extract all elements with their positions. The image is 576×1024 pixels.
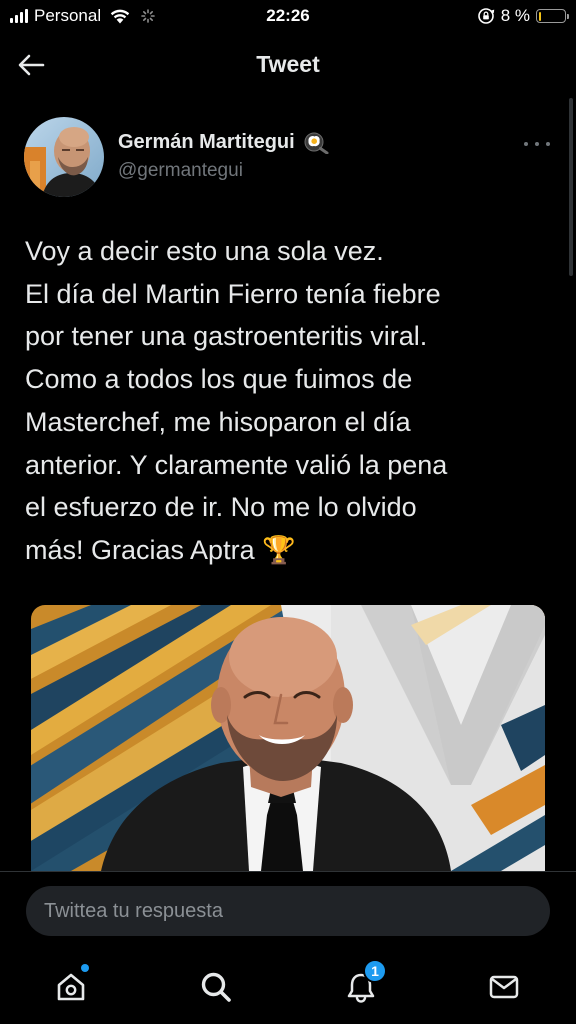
notifications-badge: 1 <box>363 959 387 983</box>
tweet-text-line: por tener una gastroenteritis viral. <box>25 321 428 352</box>
author-handle[interactable]: @germantegui <box>118 160 243 182</box>
tweet-text-line: el esfuerzo de ir. No me lo olvido <box>25 492 417 523</box>
battery-level-fill <box>538 11 541 21</box>
reply-input[interactable] <box>26 886 550 936</box>
nav-search[interactable] <box>194 965 238 1009</box>
tweet-text-line: anterior. Y claramente valió la pena <box>25 449 448 480</box>
nav-messages[interactable] <box>482 965 526 1009</box>
avatar[interactable] <box>24 117 104 197</box>
tweet-text-line: Masterchef, me hisoparon el día <box>25 406 411 437</box>
scrollbar[interactable] <box>569 98 573 276</box>
tweet-photo[interactable] <box>31 605 545 871</box>
author-name[interactable]: Germán Martitegui <box>118 131 295 154</box>
tweet-text-line: Como a todos los que fuimos de <box>25 364 413 395</box>
tweet-text-line: más! Gracias Aptra 🏆 <box>25 534 296 565</box>
mail-icon <box>487 970 521 1004</box>
more-dot <box>546 142 550 146</box>
status-right: 8 % <box>477 6 569 26</box>
page-title: Tweet <box>256 51 320 77</box>
status-bar: Personal 22:26 8 % <box>0 0 576 34</box>
tweet-text-line: El día del Martin Fierro tenía fiebre <box>25 278 441 309</box>
search-icon <box>199 970 233 1004</box>
more-dot <box>535 142 539 146</box>
frying-pan-egg-icon <box>303 130 329 154</box>
home-icon <box>54 970 88 1004</box>
tweet-text-line: Voy a decir esto una sola vez. <box>25 236 384 266</box>
more-options-button[interactable] <box>524 138 550 150</box>
bottom-nav: 1 <box>0 951 576 1024</box>
more-dot <box>524 142 528 146</box>
orientation-lock-icon <box>477 7 495 25</box>
home-notification-dot <box>81 964 89 972</box>
author-name-row[interactable]: Germán Martitegui <box>118 130 329 154</box>
tweet-text: Voy a decir esto una sola vez. El día de… <box>25 230 555 572</box>
battery-icon <box>536 9 569 23</box>
nav-home[interactable] <box>49 964 93 1009</box>
battery-percent: 8 % <box>500 6 530 25</box>
nav-notifications[interactable]: 1 <box>339 959 387 1009</box>
top-app-bar: Tweet <box>0 34 576 96</box>
